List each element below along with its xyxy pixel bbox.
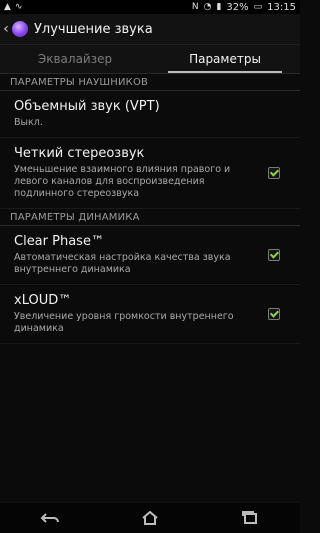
pref-summary: Выкл. [14, 117, 43, 128]
sound-enhance-icon[interactable] [12, 21, 28, 37]
pref-vpt[interactable]: Объемный звук (VPT) Выкл. [0, 91, 300, 138]
page-title: Улучшение звука [34, 21, 153, 37]
pref-title: Clear Phase™ [14, 234, 104, 249]
up-chevron-icon[interactable]: ‹ [2, 21, 10, 37]
action-bar: ‹ Улучшение звука [0, 14, 300, 45]
warning-icon: ▲ [4, 1, 11, 12]
home-icon [142, 511, 158, 525]
wave-icon: ∿ [14, 1, 23, 12]
back-icon [40, 513, 59, 523]
clock: 13:15 [267, 1, 296, 13]
navigation-bar [0, 502, 300, 533]
status-right: N ◔ ▮ 32% ▭ 13:15 [192, 2, 296, 13]
settings-list: ПАРАМЕТРЫ НАУШНИКОВ Объемный звук (VPT) … [0, 74, 300, 344]
battery-percent: 32% [226, 1, 249, 13]
section-header-speaker: ПАРАМЕТРЫ ДИНАМИКА [0, 209, 300, 226]
pref-summary: Увеличение уровня громкости внутреннего … [14, 311, 234, 334]
pref-summary: Автоматическая настройка качества звука … [14, 252, 231, 275]
wifi-icon: ◔ [203, 1, 212, 12]
recent-apps-button[interactable] [230, 506, 270, 530]
tab-equalizer[interactable]: Эквалайзер [0, 45, 150, 73]
pref-xloud[interactable]: xLOUD™ Увеличение уровня громкости внутр… [0, 285, 300, 344]
checkbox-checked-icon[interactable] [268, 249, 280, 261]
back-button[interactable] [30, 506, 70, 530]
pref-title: xLOUD™ [14, 293, 72, 308]
pref-title: Объемный звук (VPT) [14, 99, 160, 114]
pref-clear-stereo[interactable]: Четкий стереозвук Уменьшение взаимного в… [0, 138, 300, 209]
checkbox-checked-icon[interactable] [268, 308, 280, 320]
status-bar: ▲ ∿ N ◔ ▮ 32% ▭ 13:15 [0, 0, 300, 14]
section-header-headphones: ПАРАМЕТРЫ НАУШНИКОВ [0, 74, 300, 91]
pref-clear-phase[interactable]: Clear Phase™ Автоматическая настройка ка… [0, 226, 300, 285]
nfc-icon: N [191, 1, 199, 12]
signal-icon: ▮ [216, 1, 222, 12]
tab-bar: Эквалайзер Параметры [0, 45, 300, 74]
checkbox-checked-icon[interactable] [268, 167, 280, 179]
status-left: ▲ ∿ [4, 1, 23, 12]
pref-title: Четкий стереозвук [14, 146, 145, 161]
home-button[interactable] [130, 506, 170, 530]
tab-parameters[interactable]: Параметры [150, 45, 300, 73]
battery-icon: ▭ [253, 1, 263, 12]
recent-apps-icon [242, 511, 257, 524]
pref-summary: Уменьшение взаимного влияния правого и л… [14, 164, 231, 199]
